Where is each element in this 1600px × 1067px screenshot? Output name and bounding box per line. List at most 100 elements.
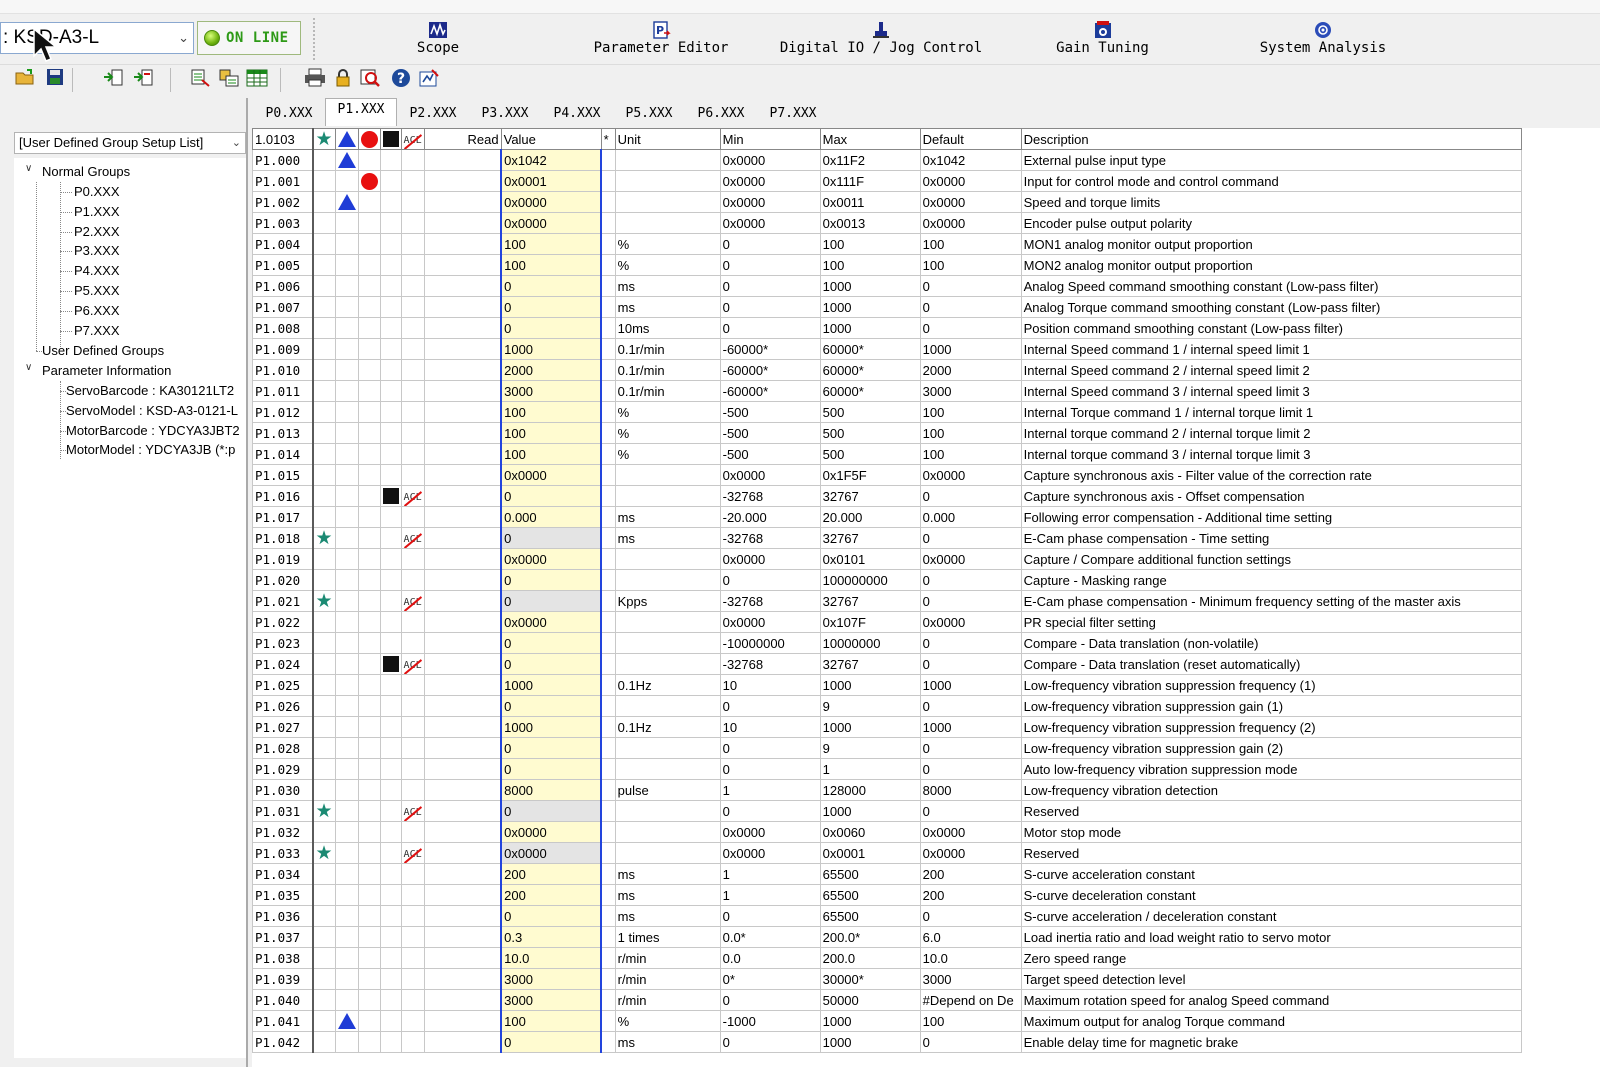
parameter-editor-button[interactable]: P Parameter Editor: [586, 19, 736, 61]
parameter-code-cell[interactable]: P1.038: [252, 947, 314, 969]
parameter-code-cell[interactable]: P1.037: [252, 926, 314, 948]
parameter-value-field[interactable]: 1000: [500, 716, 603, 738]
parameter-value-field[interactable]: 200: [500, 863, 603, 885]
parameter-code-cell[interactable]: P1.012: [252, 401, 314, 423]
parameter-value-field[interactable]: 0: [500, 737, 603, 759]
tab-p0-xxx[interactable]: P0.XXX: [253, 102, 325, 126]
online-status-badge[interactable]: ON LINE: [197, 21, 301, 55]
tree-node-group-p4-xxx[interactable]: P4.XXX: [74, 261, 120, 281]
tab-p2-xxx[interactable]: P2.XXX: [397, 102, 469, 126]
parameter-code-cell[interactable]: P1.042: [252, 1031, 314, 1053]
parameter-value-field[interactable]: 0: [500, 296, 603, 318]
parameter-value-field[interactable]: 0x0000: [500, 842, 603, 864]
upload-icon[interactable]: [102, 68, 124, 90]
parameter-value-field[interactable]: 200: [500, 884, 603, 906]
modified-column-header[interactable]: *: [600, 128, 616, 150]
tree-node-parameter-information[interactable]: Parameter Information: [42, 361, 171, 381]
parameter-code-cell[interactable]: P1.002: [252, 191, 314, 213]
parameter-value-field[interactable]: 100: [500, 254, 603, 276]
parameter-code-cell[interactable]: P1.033: [252, 842, 314, 864]
parameter-value-field[interactable]: 3000: [500, 380, 603, 402]
parameter-code-cell[interactable]: P1.039: [252, 968, 314, 990]
parameter-value-field[interactable]: 0: [500, 1031, 603, 1053]
max-column-header[interactable]: Max: [819, 128, 921, 150]
parameter-code-cell[interactable]: P1.008: [252, 317, 314, 339]
parameter-code-cell[interactable]: P1.006: [252, 275, 314, 297]
tree-node-normal-groups[interactable]: Normal Groups: [42, 162, 130, 182]
parameter-code-cell[interactable]: P1.041: [252, 1010, 314, 1032]
acl-column-header[interactable]: ACL: [400, 128, 425, 150]
scope-button[interactable]: Scope: [398, 19, 478, 61]
parameter-code-cell[interactable]: P1.036: [252, 905, 314, 927]
parameter-value-field[interactable]: 0x0000: [500, 611, 603, 633]
parameter-value-field[interactable]: 0: [500, 800, 603, 822]
parameter-code-cell[interactable]: P1.032: [252, 821, 314, 843]
parameter-value-field[interactable]: 0x0000: [500, 464, 603, 486]
parameter-code-cell[interactable]: P1.011: [252, 380, 314, 402]
parameter-value-field[interactable]: 0x1042: [500, 149, 603, 171]
parameter-value-field[interactable]: 100: [500, 401, 603, 423]
drive-select[interactable]: : KSD-A3-L ⌄: [0, 22, 194, 54]
table-icon[interactable]: [246, 68, 268, 90]
parameter-value-field[interactable]: 100: [500, 422, 603, 444]
parameter-value-field[interactable]: 100: [500, 1010, 603, 1032]
compare-icon[interactable]: [190, 68, 212, 90]
parameter-value-field[interactable]: 3000: [500, 968, 603, 990]
parameter-value-field[interactable]: 0.3: [500, 926, 603, 948]
tree-node-group-p3-xxx[interactable]: P3.XXX: [74, 241, 120, 261]
chevron-down-icon[interactable]: ⌄: [178, 30, 189, 46]
parameter-code-cell[interactable]: P1.004: [252, 233, 314, 255]
parameter-code-cell[interactable]: P1.017: [252, 506, 314, 528]
tab-p3-xxx[interactable]: P3.XXX: [469, 102, 541, 126]
parameter-code-cell[interactable]: P1.023: [252, 632, 314, 654]
parameter-value-field[interactable]: 0: [500, 275, 603, 297]
parameter-code-cell[interactable]: P1.035: [252, 884, 314, 906]
parameter-value-field[interactable]: 1000: [500, 674, 603, 696]
chevron-down-icon[interactable]: ⌄: [232, 136, 241, 149]
system-analysis-button[interactable]: System Analysis: [1253, 19, 1393, 61]
tree-node-group-p2-xxx[interactable]: P2.XXX: [74, 222, 120, 242]
parameter-value-field[interactable]: 100: [500, 233, 603, 255]
tree-node-info-1[interactable]: ServoModel : KSD-A3-0121-L: [66, 401, 238, 421]
triangle-column-header[interactable]: [334, 128, 359, 150]
parameter-value-field[interactable]: 0x0001: [500, 170, 603, 192]
parameter-value-field[interactable]: 0: [500, 590, 603, 612]
tree-expand-icon[interactable]: ∨: [25, 163, 32, 174]
parameter-code-cell[interactable]: P1.029: [252, 758, 314, 780]
gain-tuning-button[interactable]: Gain Tuning: [1050, 19, 1155, 61]
tree-node-info-0[interactable]: ServoBarcode : KA30121LT2: [66, 381, 234, 401]
copy-icon[interactable]: [218, 68, 240, 90]
square-column-header[interactable]: [379, 128, 402, 150]
group-setup-select[interactable]: [User Defined Group Setup List] ⌄: [14, 132, 246, 154]
parameter-code-cell[interactable]: P1.027: [252, 716, 314, 738]
value-column-header[interactable]: Value: [500, 128, 602, 150]
parameter-value-field[interactable]: 0: [500, 569, 603, 591]
parameter-value-field[interactable]: 0: [500, 758, 603, 780]
parameter-code-cell[interactable]: P1.020: [252, 569, 314, 591]
tab-p1-xxx[interactable]: P1.XXX: [325, 98, 397, 126]
save-icon[interactable]: [44, 68, 66, 90]
parameter-code-cell[interactable]: P1.024: [252, 653, 314, 675]
parameter-code-cell[interactable]: P1.009: [252, 338, 314, 360]
parameter-code-cell[interactable]: P1.028: [252, 737, 314, 759]
tab-p4-xxx[interactable]: P4.XXX: [541, 102, 613, 126]
parameter-code-cell[interactable]: P1.014: [252, 443, 314, 465]
parameter-code-cell[interactable]: P1.007: [252, 296, 314, 318]
circle-column-header[interactable]: [357, 128, 381, 150]
parameter-code-cell[interactable]: P1.003: [252, 212, 314, 234]
tree-node-group-p6-xxx[interactable]: P6.XXX: [74, 301, 120, 321]
parameter-value-field[interactable]: 0: [500, 317, 603, 339]
parameter-code-cell[interactable]: P1.025: [252, 674, 314, 696]
parameter-value-field[interactable]: 0: [500, 905, 603, 927]
toolbar-grip[interactable]: [313, 18, 319, 60]
parameter-code-cell[interactable]: P1.000: [252, 149, 314, 171]
open-folder-icon[interactable]: [14, 68, 36, 90]
tree-node-group-p1-xxx[interactable]: P1.XXX: [74, 202, 120, 222]
parameter-value-field[interactable]: 0: [500, 527, 603, 549]
parameter-value-field[interactable]: 1000: [500, 338, 603, 360]
parameter-code-cell[interactable]: P1.015: [252, 464, 314, 486]
parameter-value-field[interactable]: 0x0000: [500, 548, 603, 570]
parameter-code-cell[interactable]: P1.013: [252, 422, 314, 444]
parameter-value-field[interactable]: 0: [500, 485, 603, 507]
tree-node-info-2[interactable]: MotorBarcode : YDCYA3JBT2: [66, 421, 240, 441]
